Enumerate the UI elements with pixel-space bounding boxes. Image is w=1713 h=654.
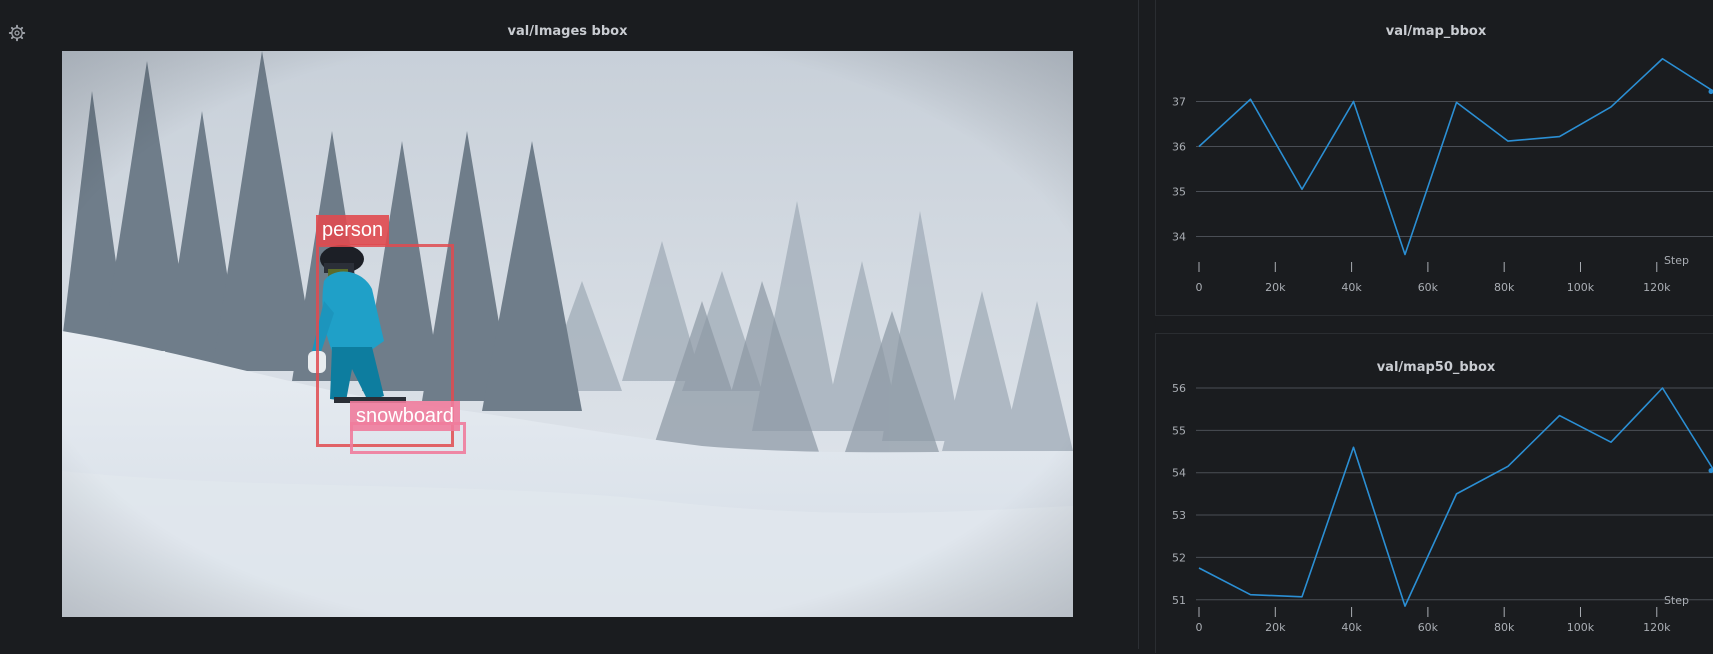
x-tick-label: 40k bbox=[1341, 621, 1362, 634]
person-bbox-label: person bbox=[316, 215, 389, 245]
x-tick-label: 120k bbox=[1643, 281, 1671, 294]
x-tick-label: 0 bbox=[1196, 621, 1203, 634]
image-panel-title: val/Images bbox bbox=[62, 24, 1073, 39]
x-tick-label: 120k bbox=[1643, 621, 1671, 634]
map50-bbox-chart: 51 52 53 54 55 56 0 20k 40k 60k 80k 100k 120k Step bbox=[1156, 334, 1713, 654]
gear-icon bbox=[8, 24, 26, 42]
panel-divider bbox=[1138, 0, 1139, 649]
y-tick-label: 37 bbox=[1172, 96, 1186, 109]
settings-button[interactable] bbox=[8, 24, 26, 42]
y-tick-label: 34 bbox=[1172, 231, 1186, 244]
x-tick-label: 80k bbox=[1494, 621, 1515, 634]
y-tick-label: 56 bbox=[1172, 382, 1186, 395]
x-tick-label: 60k bbox=[1418, 621, 1439, 634]
y-tick-label: 55 bbox=[1172, 424, 1186, 437]
x-tick-label: 0 bbox=[1196, 281, 1203, 294]
map-bbox-chart-panel[interactable]: val/map_bbox 34353637020k40k60k80k100k12… bbox=[1155, 0, 1713, 316]
x-tick-label: 60k bbox=[1418, 281, 1439, 294]
map-bbox-chart: 34 35 36 37 0 20k 40k 60k 80k 100k 120k Step bbox=[1156, 0, 1713, 316]
y-tick-label: 53 bbox=[1172, 509, 1186, 522]
y-tick-label: 35 bbox=[1172, 186, 1186, 199]
series-line bbox=[1199, 59, 1713, 255]
series-end-point bbox=[1709, 89, 1713, 94]
x-axis-label: Step bbox=[1664, 254, 1689, 267]
validation-image[interactable]: person snowboard bbox=[62, 51, 1073, 617]
y-tick-label: 36 bbox=[1172, 141, 1186, 154]
y-tick-label: 51 bbox=[1172, 594, 1186, 607]
x-tick-label: 20k bbox=[1265, 621, 1286, 634]
series-line bbox=[1199, 388, 1713, 606]
x-tick-label: 80k bbox=[1494, 281, 1515, 294]
snowboard-bbox-label: snowboard bbox=[350, 401, 460, 431]
x-tick-label: 20k bbox=[1265, 281, 1286, 294]
x-tick-label: 100k bbox=[1567, 621, 1595, 634]
x-tick-label: 100k bbox=[1567, 281, 1595, 294]
x-tick-label: 40k bbox=[1341, 281, 1362, 294]
snowboarder-photo bbox=[62, 51, 1073, 617]
x-axis-label: Step bbox=[1664, 594, 1689, 607]
y-tick-label: 54 bbox=[1172, 467, 1186, 480]
map50-bbox-chart-panel[interactable]: val/map50_bbox 515253545556020k40k60k80k… bbox=[1155, 333, 1713, 653]
y-tick-label: 52 bbox=[1172, 551, 1186, 564]
